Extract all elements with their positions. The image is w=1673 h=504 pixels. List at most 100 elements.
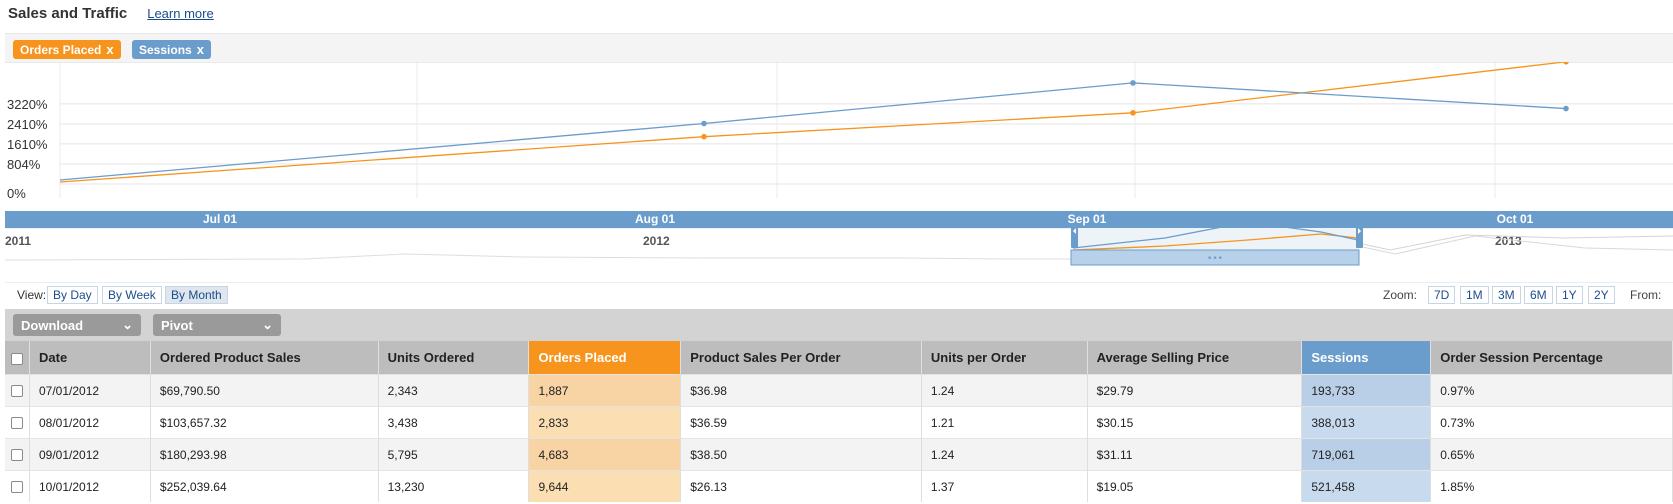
table-header-row: Date Ordered Product Sales Units Ordered… bbox=[5, 341, 1673, 375]
series-line bbox=[59, 82, 1567, 181]
table-row: 08/01/2012 $103,657.32 3,438 2,833 $36.5… bbox=[5, 406, 1673, 439]
zoom-1y-button[interactable]: 1Y bbox=[1556, 286, 1583, 304]
cell-date: 10/01/2012 bbox=[29, 470, 151, 502]
cell-sessions: 388,013 bbox=[1301, 406, 1432, 439]
row-checkbox[interactable] bbox=[11, 449, 23, 462]
x-tick-label: Sep 01 bbox=[1067, 212, 1107, 226]
data-point bbox=[701, 133, 707, 140]
y-tick-label: 1610% bbox=[7, 137, 48, 152]
table-row: 09/01/2012 $180,293.98 5,795 4,683 $38.5… bbox=[5, 438, 1673, 471]
line-chart-svg: 0% 804% 1610% 2410% 3220% bbox=[5, 62, 1673, 201]
cell-orders-placed: 9,644 bbox=[528, 470, 682, 502]
cell-average-selling-price: $30.15 bbox=[1087, 406, 1303, 439]
zoom-7d-button[interactable]: 7D bbox=[1428, 286, 1456, 304]
column-header-ordered-product-sales[interactable]: Ordered Product Sales bbox=[150, 341, 379, 375]
x-tick-label: Aug 01 bbox=[634, 212, 676, 226]
view-controls: View: By Day By Week By Month Zoom: 7D 1… bbox=[0, 284, 1673, 308]
chevron-down-icon: ⌄ bbox=[122, 317, 133, 332]
cell-order-session-percentage: 0.73% bbox=[1430, 406, 1673, 439]
nav-year-label: 2012 bbox=[643, 234, 670, 248]
column-header-orders-placed[interactable]: Orders Placed bbox=[528, 341, 682, 375]
data-point bbox=[1130, 109, 1136, 116]
column-header-date[interactable]: Date bbox=[29, 341, 151, 375]
view-by-month-button[interactable]: By Month bbox=[165, 286, 228, 304]
cell-orders-placed: 1,887 bbox=[528, 374, 682, 407]
nav-history-line bbox=[4, 253, 1071, 261]
cell-order-session-percentage: 0.97% bbox=[1430, 374, 1673, 407]
cell-ordered-product-sales: $180,293.98 bbox=[150, 438, 379, 471]
chart-grid bbox=[5, 62, 1673, 198]
view-by-day-button[interactable]: By Day bbox=[47, 286, 98, 304]
x-axis-bar: Jul 01 Aug 01 Sep 01 Oct 01 bbox=[5, 211, 1673, 228]
view-by-week-button[interactable]: By Week bbox=[102, 286, 162, 304]
download-label: Download bbox=[21, 317, 84, 333]
table-toolbar: Download ⌄ Pivot ⌄ bbox=[5, 309, 1673, 341]
cell-order-session-percentage: 1.85% bbox=[1430, 470, 1673, 502]
table-row: 10/01/2012 $252,039.64 13,230 9,644 $26.… bbox=[5, 470, 1673, 502]
row-checkbox[interactable] bbox=[11, 481, 23, 494]
close-icon[interactable]: x bbox=[197, 42, 204, 57]
cell-ordered-product-sales: $252,039.64 bbox=[150, 470, 379, 502]
sessions-chip[interactable]: Sessions x bbox=[132, 40, 211, 59]
cell-units-ordered: 5,795 bbox=[378, 438, 530, 471]
view-label: View: bbox=[17, 288, 47, 302]
zoom-label: Zoom: bbox=[1383, 288, 1418, 302]
row-select-cell[interactable] bbox=[5, 406, 30, 439]
cell-average-selling-price: $29.79 bbox=[1087, 374, 1303, 407]
pivot-dropdown[interactable]: Pivot ⌄ bbox=[153, 314, 281, 336]
sessions-chip-label: Sessions bbox=[139, 42, 192, 57]
cell-date: 07/01/2012 bbox=[29, 374, 151, 407]
table-row: 07/01/2012 $69,790.50 2,343 1,887 $36.98… bbox=[5, 374, 1673, 407]
y-tick-label: 0% bbox=[7, 186, 26, 201]
learn-more-link[interactable]: Learn more bbox=[147, 6, 213, 21]
range-navigator[interactable]: 2011 2012 2013 ••• bbox=[4, 220, 1673, 284]
cell-units-per-order: 1.21 bbox=[921, 406, 1088, 439]
column-header-average-selling-price[interactable]: Average Selling Price bbox=[1087, 341, 1303, 375]
navigator-svg: 2011 2012 2013 ••• bbox=[4, 220, 1673, 284]
y-tick-label: 2410% bbox=[7, 117, 48, 132]
cell-ordered-product-sales: $103,657.32 bbox=[150, 406, 379, 439]
y-tick-label: 804% bbox=[7, 157, 41, 172]
section-header: Sales and Traffic Learn more bbox=[8, 2, 214, 24]
row-select-cell[interactable] bbox=[5, 374, 30, 407]
select-all-checkbox[interactable] bbox=[11, 352, 23, 365]
data-point bbox=[701, 120, 707, 127]
y-tick-label: 3220% bbox=[7, 97, 48, 112]
column-header-product-sales-per-order[interactable]: Product Sales Per Order bbox=[680, 341, 922, 375]
cell-ordered-product-sales: $69,790.50 bbox=[150, 374, 379, 407]
column-header-units-per-order[interactable]: Units per Order bbox=[921, 341, 1088, 375]
cell-sessions: 193,733 bbox=[1301, 374, 1432, 407]
legend-bar: Orders Placed x Sessions x bbox=[5, 33, 1673, 63]
column-header-order-session-percentage[interactable]: Order Session Percentage bbox=[1430, 341, 1673, 375]
zoom-3m-button[interactable]: 3M bbox=[1492, 286, 1521, 304]
cell-sessions: 521,458 bbox=[1301, 470, 1432, 502]
zoom-1m-button[interactable]: 1M bbox=[1460, 286, 1489, 304]
cell-units-ordered: 3,438 bbox=[378, 406, 530, 439]
row-select-cell[interactable] bbox=[5, 438, 30, 471]
cell-product-sales-per-order: $26.13 bbox=[680, 470, 922, 502]
grip-icon: ••• bbox=[1207, 254, 1223, 264]
cell-sessions: 719,061 bbox=[1301, 438, 1432, 471]
column-header-sessions[interactable]: Sessions bbox=[1301, 341, 1432, 375]
select-all-cell[interactable] bbox=[5, 341, 30, 375]
data-point bbox=[1563, 62, 1569, 65]
nav-year-label: 2011 bbox=[5, 234, 31, 248]
zoom-2y-button[interactable]: 2Y bbox=[1588, 286, 1615, 304]
cell-date: 08/01/2012 bbox=[29, 406, 151, 439]
pivot-label: Pivot bbox=[161, 317, 193, 333]
row-checkbox[interactable] bbox=[11, 385, 23, 398]
zoom-6m-button[interactable]: 6M bbox=[1524, 286, 1553, 304]
cell-order-session-percentage: 0.65% bbox=[1430, 438, 1673, 471]
close-icon[interactable]: x bbox=[106, 42, 113, 57]
cell-average-selling-price: $31.11 bbox=[1087, 438, 1303, 471]
orders-placed-chip[interactable]: Orders Placed x bbox=[13, 40, 121, 59]
row-checkbox[interactable] bbox=[11, 417, 23, 430]
column-header-units-ordered[interactable]: Units Ordered bbox=[378, 341, 530, 375]
cell-date: 09/01/2012 bbox=[29, 438, 151, 471]
cell-units-per-order: 1.24 bbox=[921, 374, 1088, 407]
cell-units-per-order: 1.37 bbox=[921, 470, 1088, 502]
cell-orders-placed: 4,683 bbox=[528, 438, 682, 471]
download-dropdown[interactable]: Download ⌄ bbox=[13, 314, 141, 336]
row-select-cell[interactable] bbox=[5, 470, 30, 502]
cell-average-selling-price: $19.05 bbox=[1087, 470, 1303, 502]
